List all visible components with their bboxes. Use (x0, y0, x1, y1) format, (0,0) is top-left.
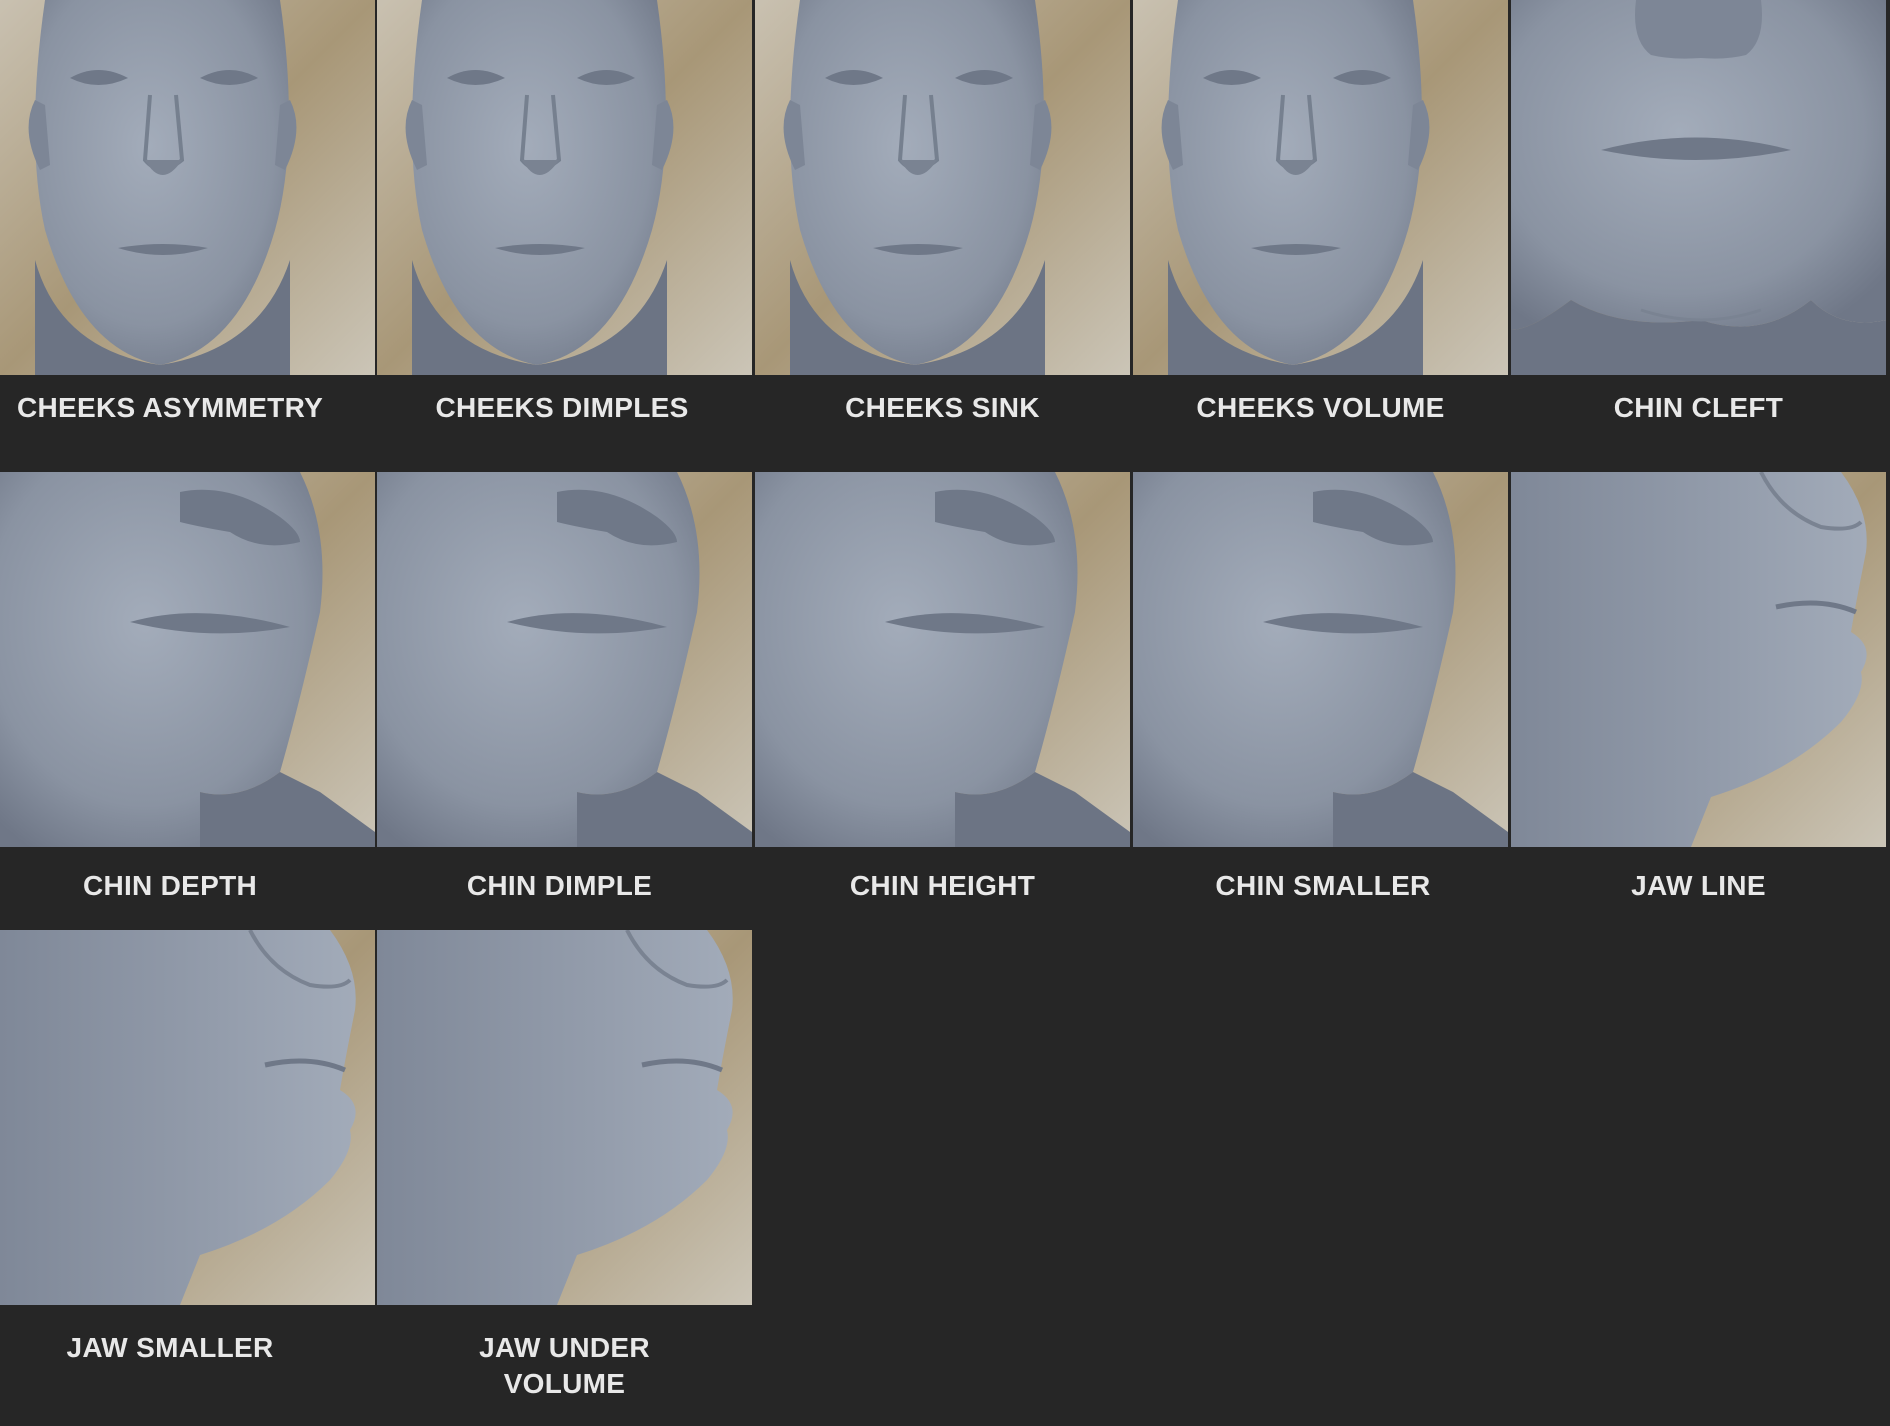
face-thumbnail (1133, 472, 1508, 847)
face-thumbnail (1511, 472, 1886, 847)
morph-preview-sheet: CHEEKS ASYMMETRY CHEEKS DIMPLES CHEEKS S… (0, 0, 1890, 1426)
morph-label: CHEEKS VOLUME (1196, 392, 1445, 423)
face-thumbnail (0, 472, 375, 847)
morph-label: CHIN DEPTH (82, 870, 258, 901)
morph-label: JAW SMALLER (66, 1332, 274, 1363)
face-thumbnail (0, 930, 375, 1305)
morph-label: CHIN DIMPLE (466, 870, 653, 901)
morph-label: CHEEKS SINK (845, 392, 1040, 423)
morph-label: CHIN HEIGHT (849, 870, 1036, 901)
morph-label: CHIN CLEFT (1613, 392, 1784, 423)
face-thumbnail (377, 472, 752, 847)
face-thumbnail (1511, 0, 1886, 375)
morph-label: JAW LINE (1631, 870, 1766, 901)
face-thumbnail (377, 0, 752, 375)
face-thumbnail (755, 472, 1130, 847)
face-thumbnail (755, 0, 1130, 375)
face-thumbnail (377, 930, 752, 1305)
morph-label: CHIN SMALLER (1215, 870, 1431, 901)
morph-label: CHEEKS DIMPLES (435, 392, 689, 423)
face-thumbnail (0, 0, 375, 375)
morph-label: CHEEKS ASYMMETRY (16, 392, 324, 423)
morph-label: JAW UNDER VOLUME (479, 1332, 650, 1399)
face-thumbnail (1133, 0, 1508, 375)
